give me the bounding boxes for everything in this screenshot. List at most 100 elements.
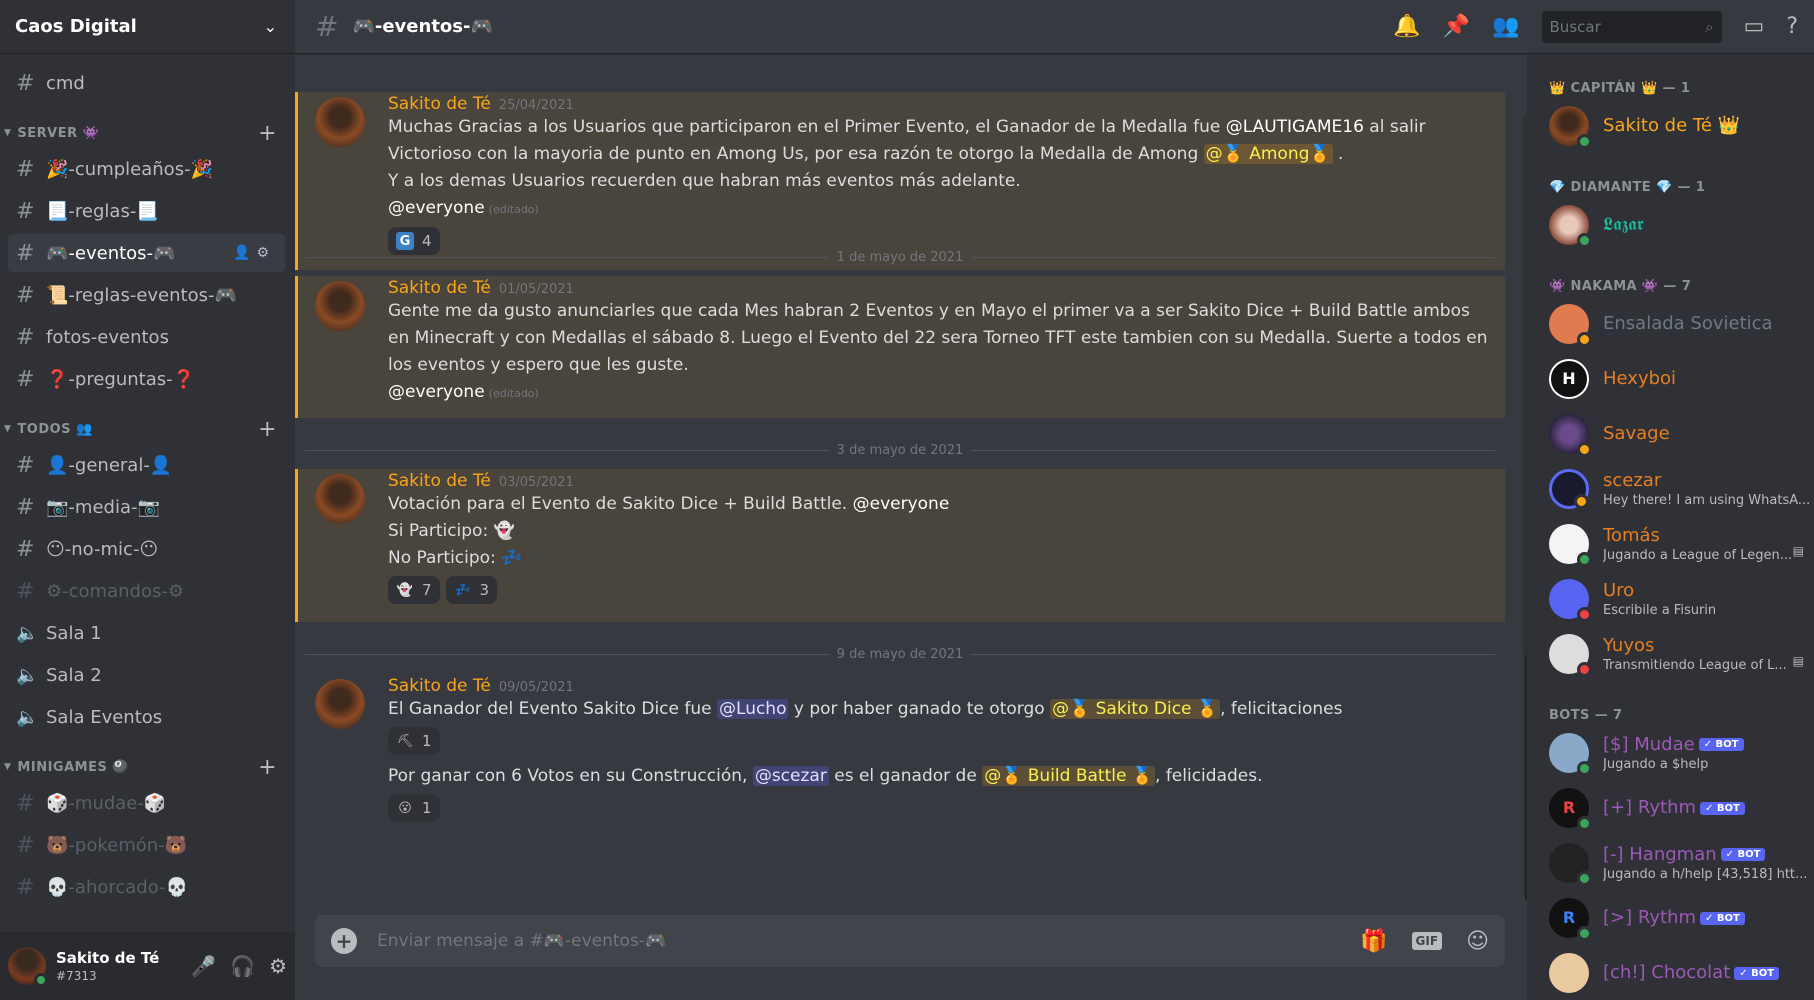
bot-item[interactable]: R [+] Rythm ✓ BOT: [1527, 780, 1814, 835]
message[interactable]: Sakito de Té 01/05/2021 Gente me da gusto…: [295, 276, 1505, 418]
gift-icon[interactable]: 🎁: [1360, 929, 1387, 954]
role-mention[interactable]: @🏅 Build Battle 🏅: [982, 766, 1156, 786]
everyone-mention[interactable]: @everyone: [388, 382, 485, 402]
add-channel-icon[interactable]: +: [258, 121, 277, 146]
member-item[interactable]: Sakito de Té 👑: [1527, 98, 1814, 153]
member-item[interactable]: Savage: [1527, 406, 1814, 461]
channel-media[interactable]: # 📷-media-📷: [8, 488, 285, 526]
channel-cmd[interactable]: # cmd: [8, 64, 285, 102]
add-channel-icon[interactable]: +: [258, 755, 277, 780]
avatar[interactable]: [315, 281, 365, 331]
rich-presence-icon[interactable]: ▤: [1793, 544, 1804, 558]
role-mention[interactable]: @🏅 Among🏅: [1203, 144, 1333, 164]
user-name: Sakito de Té: [56, 949, 160, 967]
avatar[interactable]: [315, 97, 365, 147]
message-author[interactable]: Sakito de Té: [388, 676, 491, 696]
channel-ahorcado[interactable]: # 💀-ahorcado-💀: [8, 868, 285, 906]
member-group-header: BOTS — 7: [1549, 707, 1623, 723]
everyone-mention[interactable]: @everyone: [853, 494, 950, 514]
rich-presence-icon[interactable]: ▤: [1793, 654, 1804, 668]
gif-icon[interactable]: GIF: [1411, 932, 1443, 950]
help-icon[interactable]: ?: [1786, 14, 1798, 39]
voice-sala-1[interactable]: 🔈 Sala 1: [8, 614, 285, 652]
server-header[interactable]: Caos Digital ⌄: [0, 0, 295, 54]
member-item[interactable]: Uro Escribile a Fisurin: [1527, 571, 1814, 626]
voice-sala-eventos[interactable]: 🔈 Sala Eventos: [8, 698, 285, 736]
channel-reglas[interactable]: # 📃-reglas-📃: [8, 192, 285, 230]
user-info[interactable]: Sakito de Té #7313: [56, 949, 191, 983]
message[interactable]: Sakito de Té 25/04/2021 Muchas Gracias a …: [295, 92, 1505, 270]
voice-sala-2[interactable]: 🔈 Sala 2: [8, 656, 285, 694]
channel-actions[interactable]: 👤⚙: [233, 245, 275, 261]
inbox-icon[interactable]: ▭: [1744, 14, 1765, 39]
category-minigames[interactable]: ▼ MINIGAMES 🎱 +: [0, 752, 295, 782]
members-icon[interactable]: 👥: [1492, 14, 1519, 39]
hash-icon: #: [16, 832, 35, 858]
message[interactable]: Sakito de Té 03/05/2021 Votación para el …: [295, 469, 1505, 622]
reaction[interactable]: 💤 3: [445, 576, 498, 604]
channel-cumpleanos[interactable]: # 🎉-cumpleaños-🎉: [8, 150, 285, 188]
channel-name: 📃-reglas-📃: [46, 200, 159, 222]
headphones-icon[interactable]: 🎧: [230, 954, 255, 978]
channel-name: 📷-media-📷: [46, 496, 160, 518]
channel-fotos-eventos[interactable]: # fotos-eventos: [8, 318, 285, 356]
channel-general[interactable]: # 👤-general-👤: [8, 446, 285, 484]
avatar[interactable]: [8, 947, 48, 987]
channel-reglas-eventos[interactable]: # 📜-reglas-eventos-🎮: [8, 276, 285, 314]
message[interactable]: Sakito de Té 09/05/2021 El Ganador del Ev…: [295, 674, 1505, 854]
message-content: Por ganar con 6 Votos en su Construcción…: [388, 763, 1495, 790]
channel-pokemon[interactable]: # 🐻-pokemón-🐻: [8, 826, 285, 864]
user-mention[interactable]: @LAUTIGAME16: [1226, 117, 1364, 137]
gear-icon[interactable]: ⚙: [256, 245, 275, 261]
upload-plus-icon[interactable]: +: [331, 928, 357, 954]
reaction[interactable]: ⛏ 1: [388, 727, 440, 755]
channel-no-mic[interactable]: # 😶-no-mic-😶: [8, 530, 285, 568]
message-author[interactable]: Sakito de Té: [388, 471, 491, 491]
avatar[interactable]: [315, 679, 365, 729]
category-todos[interactable]: ▼ TODOS 👥 +: [0, 414, 295, 444]
member-item[interactable]: 𝕷𝖆𝖟𝖆𝖗: [1527, 197, 1814, 252]
bot-name: [+] Rythm: [1603, 797, 1697, 818]
channel-eventos[interactable]: # 🎮-eventos-🎮 👤⚙: [8, 234, 285, 272]
date-label: 9 de mayo de 2021: [836, 646, 964, 662]
user-mention[interactable]: @scezar: [752, 766, 829, 786]
bell-icon[interactable]: 🔔: [1393, 14, 1420, 39]
reaction[interactable]: 👻 7: [388, 576, 440, 604]
everyone-mention[interactable]: @everyone: [388, 198, 485, 218]
role-mention[interactable]: @🏅 Sakito Dice 🏅: [1050, 699, 1221, 719]
search-input[interactable]: Buscar ⌕: [1541, 10, 1722, 43]
member-item[interactable]: H Hexyboi: [1527, 351, 1814, 406]
bot-item[interactable]: [-] Hangman ✓ BOT Jugando a h/help [43,518…: [1527, 835, 1814, 890]
user-mention[interactable]: @Lucho: [717, 699, 789, 719]
member-item[interactable]: Ensalada Sovietica: [1527, 296, 1814, 351]
invite-icon[interactable]: 👤: [233, 245, 256, 261]
bot-name: [>] Rythm: [1603, 907, 1697, 928]
member-item[interactable]: Tomás Jugando a League of Legen... ▤: [1527, 516, 1814, 571]
hash-icon: #: [16, 240, 35, 266]
chevron-down-icon[interactable]: ⌄: [264, 17, 277, 36]
member-item[interactable]: scezar Hey there! I am using WhatsA...: [1527, 461, 1814, 516]
avatar[interactable]: [315, 474, 365, 524]
member-item[interactable]: Yuyos Transmitiendo League of L... ▤: [1527, 626, 1814, 681]
message-composer[interactable]: + Enviar mensaje a #🎮-eventos-🎮 🎁 GIF ☺: [315, 915, 1505, 967]
channel-mudae[interactable]: # 🎲-mudae-🎲: [8, 784, 285, 822]
emoji-icon[interactable]: ☺: [1466, 929, 1489, 954]
settings-icon[interactable]: ⚙: [269, 954, 287, 978]
hash-icon: #: [16, 198, 35, 224]
pin-icon[interactable]: 📌: [1443, 14, 1470, 39]
category-server[interactable]: ▼ SERVER 👾 +: [0, 118, 295, 148]
bot-item[interactable]: [$] Mudae ✓ BOT Jugando a $help: [1527, 725, 1814, 780]
add-channel-icon[interactable]: +: [258, 417, 277, 442]
channel-comandos[interactable]: # ⚙-comandos-⚙: [8, 572, 285, 610]
composer-placeholder[interactable]: Enviar mensaje a #🎮-eventos-🎮: [377, 931, 1360, 951]
online-status-icon: [1577, 551, 1592, 567]
bot-item[interactable]: R [>] Rythm ✓ BOT: [1527, 890, 1814, 945]
sleeping-emoji-icon: 💤: [501, 548, 523, 568]
user-panel: Sakito de Té #7313 🎤 🎧 ⚙: [0, 932, 295, 1000]
reaction[interactable]: 😮 1: [388, 794, 440, 822]
message-author[interactable]: Sakito de Té: [388, 278, 491, 298]
mic-muted-icon[interactable]: 🎤: [191, 954, 216, 978]
message-author[interactable]: Sakito de Té: [388, 94, 491, 114]
bot-item[interactable]: [ch!] Chocolat ✓ BOT: [1527, 945, 1814, 1000]
channel-preguntas[interactable]: # ❓-preguntas-❓: [8, 360, 285, 398]
